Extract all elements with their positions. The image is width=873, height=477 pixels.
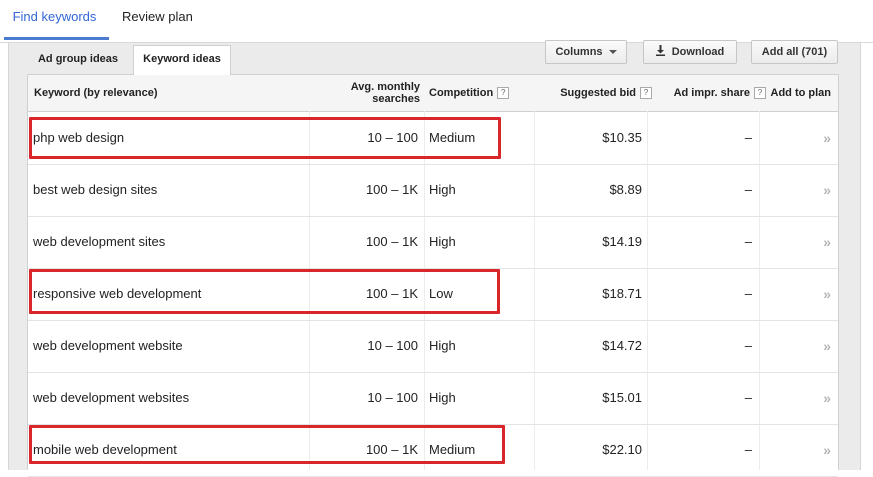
keyword-cell: web development sites [33,234,166,249]
impr-share-cell: – [744,234,752,249]
double-chevron-icon[interactable]: » [761,216,831,268]
table-row: responsive web development 100 – 1K Low … [28,268,838,321]
tab-review-plan[interactable]: Review plan [122,0,193,40]
competition-cell: Low [429,286,453,301]
header-searches-line2: searches [372,93,420,105]
header-keyword[interactable]: Keyword (by relevance) [34,75,304,111]
table-header: Keyword (by relevance) Avg. monthly searc… [28,75,838,112]
header-add-to-plan: Add to plan [770,87,832,99]
competition-cell: High [429,234,456,249]
bid-cell: $14.72 [602,338,642,353]
help-icon[interactable]: ? [497,87,510,99]
bid-cell: $18.71 [602,286,642,301]
header-impr-label: Ad impr. share [673,87,750,99]
tab-ad-group-ideas[interactable]: Ad group ideas [28,50,128,72]
keyword-cell: web development websites [33,390,190,405]
bid-cell: $14.19 [602,234,642,249]
impr-share-cell: – [744,182,752,197]
searches-cell: 10 – 100 [367,338,418,353]
double-chevron-icon[interactable]: » [761,320,831,372]
double-chevron-icon[interactable]: » [761,372,831,424]
columns-button[interactable]: Columns [545,40,627,64]
table-row: web development websites 10 – 100 High $… [28,372,838,425]
table-row: web development website 10 – 100 High $1… [28,320,838,373]
keyword-cell: mobile web development [33,442,177,457]
impr-share-cell: – [744,390,752,405]
double-chevron-icon[interactable]: » [761,268,831,320]
add-all-button[interactable]: Add all (701) [751,40,838,64]
impr-share-cell: – [744,338,752,353]
bid-cell: $8.89 [609,182,642,197]
searches-cell: 10 – 100 [367,130,418,145]
searches-cell: 100 – 1K [365,442,418,457]
active-tab-underline [4,37,109,40]
tab-review-plan-label: Review plan [122,9,193,24]
keyword-cell: responsive web development [33,286,202,301]
competition-cell: High [429,390,456,405]
download-button-label: Download [671,46,725,58]
bid-cell: $22.10 [602,442,642,457]
bid-cell: $10.35 [602,130,642,145]
columns-button-label: Columns [555,46,603,58]
double-chevron-icon[interactable]: » [761,424,831,476]
header-bid-label: Suggested bid [560,87,636,99]
competition-cell: High [429,338,456,353]
searches-cell: 100 – 1K [365,234,418,249]
table-row: php web design 10 – 100 Medium $10.35 – … [28,112,838,165]
double-chevron-icon[interactable]: » [761,112,831,164]
competition-cell: Medium [429,130,476,145]
searches-cell: 100 – 1K [365,182,418,197]
keyword-cell: php web design [33,130,125,145]
header-searches-line1: Avg. monthly [350,81,420,93]
header-searches-text: Avg. monthly searches [351,81,420,105]
caret-down-icon [608,50,617,55]
header-competition-label: Competition [429,87,494,99]
keyword-cell: web development website [33,338,183,353]
bid-cell: $15.01 [602,390,642,405]
competition-cell: Medium [429,442,476,457]
impr-share-cell: – [744,442,752,457]
download-button[interactable]: Download [643,40,737,64]
impr-share-cell: – [744,130,752,145]
header-avg-monthly-searches[interactable]: Avg. monthly searches [310,75,420,111]
header-suggested-bid[interactable]: Suggested bid? [538,75,652,111]
download-icon [655,41,665,63]
keyword-ideas-table: Keyword (by relevance) Avg. monthly searc… [27,74,839,477]
header-competition[interactable]: Competition? [429,75,539,111]
table-row: mobile web development 100 – 1K Medium $… [28,424,838,477]
header-ad-impr-share[interactable]: Ad impr. share? [648,75,766,111]
tab-keyword-ideas[interactable]: Keyword ideas [133,45,231,75]
tab-find-keywords[interactable]: Find keywords [0,0,109,40]
double-chevron-icon[interactable]: » [761,164,831,216]
table-row: web development sites 100 – 1K High $14.… [28,216,838,269]
top-nav: Find keywords Review plan [0,0,873,43]
competition-cell: High [429,182,456,197]
tab-find-keywords-label: Find keywords [12,9,97,24]
impr-share-cell: – [744,286,752,301]
keyword-cell: best web design sites [33,182,158,197]
searches-cell: 100 – 1K [365,286,418,301]
table-row: best web design sites 100 – 1K High $8.8… [28,164,838,217]
searches-cell: 10 – 100 [367,390,418,405]
